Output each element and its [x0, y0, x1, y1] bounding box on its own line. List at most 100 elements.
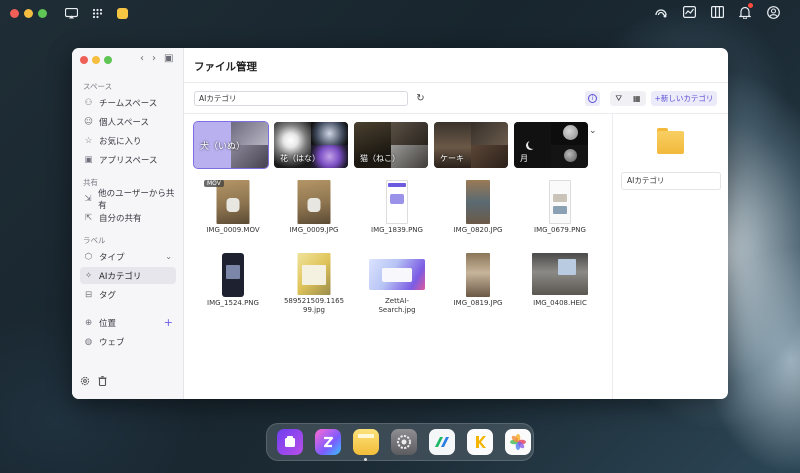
file-item[interactable]: MOV IMG_0009.MOV — [191, 180, 275, 250]
category-thumb — [311, 122, 348, 145]
file-item[interactable]: IMG_1524.PNG — [191, 253, 275, 323]
file-name: 589521509.1165 99.jpg — [283, 297, 345, 314]
sidebar-item-web[interactable]: ◍ ウェブ — [80, 333, 176, 350]
category-card-cat[interactable]: 猫（ねこ） — [354, 122, 428, 168]
share-in-icon: ⇲ — [84, 193, 92, 204]
sidebar-toggle-icon[interactable]: ▣ — [164, 53, 173, 64]
file-item[interactable]: 589521509.1165 99.jpg — [272, 253, 356, 323]
running-indicator — [364, 458, 367, 461]
info-icon: i — [588, 94, 597, 103]
minimize-window-button[interactable] — [92, 56, 100, 64]
file-name: IMG_0009.JPG — [289, 226, 339, 234]
sidebar-item-label: チームスペース — [99, 98, 158, 109]
type-icon: ⬡ — [84, 251, 93, 262]
view-tools: ⛛ ▦ — [610, 91, 646, 106]
screenshot-block — [390, 194, 404, 204]
users-icon: ⚇ — [84, 97, 93, 108]
dock — [266, 423, 534, 461]
chart-icon[interactable] — [682, 5, 696, 19]
grid-icon[interactable] — [92, 8, 103, 19]
info-button[interactable]: i — [585, 91, 600, 106]
sidebar-item-label: 他のユーザーから共有 — [98, 188, 175, 211]
keynote-app-icon[interactable] — [467, 429, 493, 455]
bell-icon[interactable] — [738, 3, 753, 19]
zettai-app-icon[interactable] — [315, 429, 341, 455]
dog-figure — [226, 198, 240, 212]
sidebar-item-app-space[interactable]: ▣ アプリスペース — [80, 151, 176, 168]
sidebar-item-personal-space[interactable]: ☺ 個人スペース — [80, 113, 176, 130]
forward-button[interactable]: › — [152, 53, 156, 64]
file-name: IMG_0408.HEIC — [533, 299, 587, 307]
sidebar-item-label: 自分の共有 — [99, 213, 142, 224]
category-card-flower[interactable]: 花（はな） — [274, 122, 348, 168]
columns-icon[interactable] — [710, 5, 724, 19]
sidebar-item-shared-with-me[interactable]: ⇲ 他のユーザーから共有 — [80, 189, 176, 211]
screenshot-image — [553, 206, 567, 214]
share-out-icon: ⇱ — [84, 212, 93, 223]
notes-app-icon[interactable] — [353, 429, 379, 461]
sidebar-item-location[interactable]: ⊕ 位置 + — [80, 314, 176, 331]
document-page — [302, 265, 326, 285]
sidebar-item-tags[interactable]: ⊟ タグ — [80, 286, 176, 303]
back-button[interactable]: ‹ — [140, 53, 144, 64]
file-name: IMG_0009.MOV — [206, 226, 260, 234]
zoom-button[interactable] — [38, 8, 47, 18]
file-item[interactable]: IMG_0820.JPG — [436, 180, 520, 250]
close-window-button[interactable] — [80, 56, 88, 64]
file-thumbnail — [466, 180, 490, 224]
screenshot-image — [553, 194, 567, 202]
category-card-cake[interactable]: ケーキ — [434, 122, 508, 168]
category-label: 月 — [520, 154, 528, 163]
category-name-field[interactable]: AIカテゴリ — [621, 172, 721, 190]
file-manager-window: ‹ › ▣ スペース ⚇ チームスペース ☺ 個人スペース ☆ お気に入り ▣ … — [72, 48, 728, 399]
finance-app-icon[interactable] — [429, 429, 455, 455]
minimize-button[interactable] — [24, 8, 33, 18]
zoom-window-button[interactable] — [104, 56, 112, 64]
settings-app-icon[interactable] — [391, 429, 417, 455]
folder-icon — [657, 128, 684, 155]
add-location-button[interactable]: + — [164, 316, 173, 329]
files-app-icon[interactable] — [277, 429, 303, 455]
account-icon[interactable] — [766, 5, 780, 19]
sidebar-item-type[interactable]: ⬡ タイプ ⌄ — [80, 248, 176, 265]
grid-view-icon[interactable]: ▦ — [633, 94, 641, 103]
notes-icon[interactable] — [117, 7, 128, 19]
file-item[interactable]: IMG_0679.PNG — [518, 180, 602, 250]
phone-screen-image — [226, 265, 240, 279]
search-input[interactable]: AIカテゴリ — [194, 91, 408, 106]
cloud-sync-icon[interactable] — [654, 5, 668, 19]
sidebar-item-favorites[interactable]: ☆ お気に入り — [80, 132, 176, 149]
star-icon: ☆ — [84, 135, 93, 146]
filter-icon[interactable]: ⛛ — [615, 94, 622, 104]
file-thumbnail — [549, 180, 571, 224]
settings-icon[interactable] — [80, 376, 90, 389]
location-icon: ⊕ — [84, 317, 93, 328]
file-item[interactable]: IMG_0408.HEIC — [518, 253, 602, 323]
video-badge: MOV — [204, 180, 224, 187]
new-category-button[interactable]: +新しいカテゴリ — [651, 91, 717, 106]
window-icon[interactable] — [65, 7, 78, 19]
file-item[interactable]: IMG_1839.PNG — [355, 180, 439, 250]
reload-icon[interactable]: ↻ — [413, 91, 428, 106]
close-button[interactable] — [10, 8, 19, 18]
person-icon: ☺ — [84, 116, 93, 127]
file-item[interactable]: ZettAI- Search.jpg — [355, 253, 439, 323]
trash-icon[interactable] — [98, 376, 107, 389]
category-card-moon[interactable]: 月 — [514, 122, 588, 168]
file-name: IMG_0820.JPG — [453, 226, 503, 234]
sidebar-item-label: お気に入り — [99, 136, 142, 147]
moon-full — [564, 149, 577, 162]
spaces-header: スペース — [83, 82, 113, 91]
photos-app-icon[interactable] — [505, 429, 531, 455]
detail-pane: AIカテゴリ — [612, 114, 728, 399]
category-card-dog[interactable]: 犬（いぬ） — [193, 121, 269, 169]
sidebar-item-my-shares[interactable]: ⇱ 自分の共有 — [80, 209, 176, 226]
chevron-down-icon[interactable]: ⌄ — [165, 252, 172, 261]
chevron-down-icon[interactable]: ⌄ — [589, 126, 597, 136]
file-item[interactable]: IMG_0819.JPG — [436, 253, 520, 323]
sidebar-item-label: AIカテゴリ — [99, 271, 142, 282]
file-item[interactable]: IMG_0009.JPG — [272, 180, 356, 250]
sidebar-item-team-space[interactable]: ⚇ チームスペース — [80, 94, 176, 111]
globe-icon: ◍ — [84, 336, 93, 347]
sidebar-item-ai-category[interactable]: ✧ AIカテゴリ — [80, 267, 176, 284]
